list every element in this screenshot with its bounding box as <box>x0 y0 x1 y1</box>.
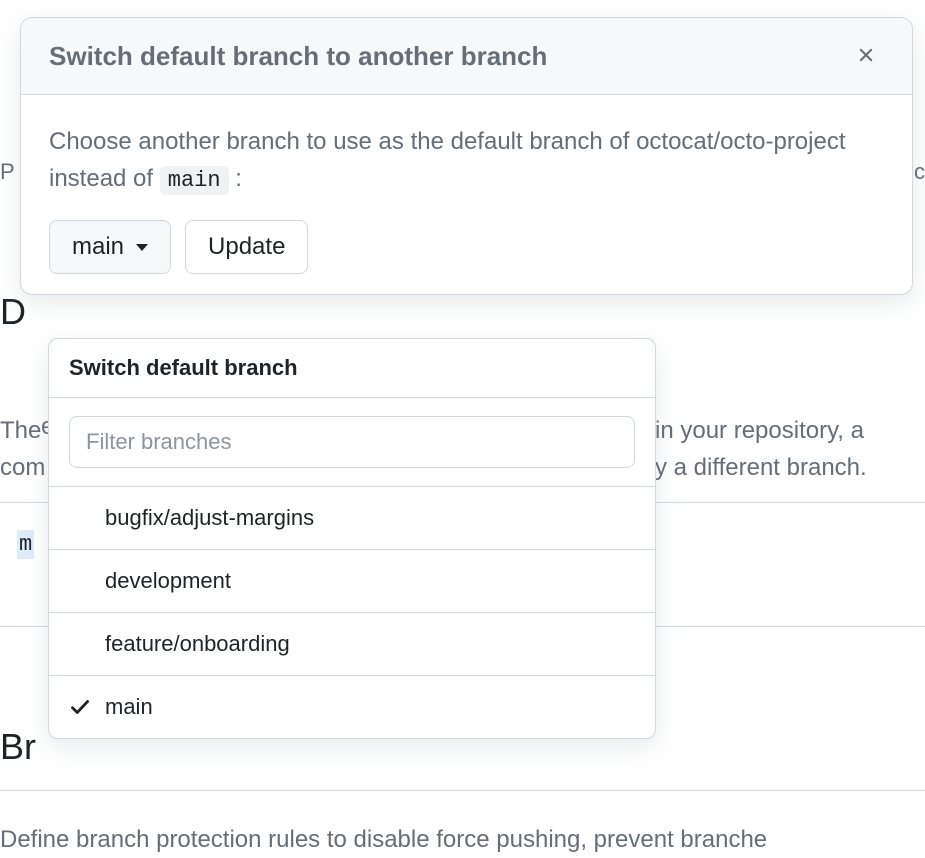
modal-description: Choose another branch to use as the defa… <box>49 123 884 198</box>
close-button[interactable] <box>848 38 884 74</box>
caret-down-icon <box>136 244 148 251</box>
modal-body: Choose another branch to use as the defa… <box>21 95 912 294</box>
bg-text-the: The <box>0 413 41 449</box>
branch-option-label: feature/onboarding <box>105 631 290 657</box>
filter-branches-input[interactable] <box>69 416 635 468</box>
bg-text-right-2: y a different branch. <box>655 450 867 486</box>
bg-text-right-1: in your repository, a <box>655 413 864 449</box>
switch-default-branch-modal: Switch default branch to another branch … <box>20 17 913 295</box>
modal-controls: main Update <box>49 220 884 274</box>
modal-title: Switch default branch to another branch <box>49 41 547 72</box>
branch-option-label: bugfix/adjust-margins <box>105 505 314 531</box>
branch-dropdown: Switch default branch bugfix/adjust-marg… <box>48 338 656 739</box>
bg-text-bottom: Define branch protection rules to disabl… <box>0 822 767 858</box>
bg-code-m: m <box>17 530 34 559</box>
bg-text-com: com <box>0 450 45 486</box>
branch-option-selected[interactable]: main <box>49 676 655 738</box>
bg-char-p: P <box>0 159 15 185</box>
check-icon <box>69 696 105 718</box>
branch-option-label: development <box>105 568 231 594</box>
modal-desc-suffix: : <box>229 165 242 192</box>
branch-option[interactable]: development <box>49 550 655 613</box>
dropdown-filter-wrap <box>49 398 655 487</box>
branch-selector-label: main <box>72 233 124 261</box>
update-button[interactable]: Update <box>185 220 308 274</box>
current-branch-code: main <box>160 166 229 195</box>
branch-list: bugfix/adjust-margins development featur… <box>49 487 655 738</box>
branch-option[interactable]: bugfix/adjust-margins <box>49 487 655 550</box>
bg-char-c: c <box>914 159 925 185</box>
close-icon <box>855 44 877 69</box>
branch-option[interactable]: feature/onboarding <box>49 613 655 676</box>
branch-option-label: main <box>105 694 153 720</box>
modal-header: Switch default branch to another branch <box>21 18 912 95</box>
dropdown-title: Switch default branch <box>49 339 655 398</box>
branch-selector-button[interactable]: main <box>49 220 171 274</box>
bg-heading-br: Br <box>0 720 36 774</box>
update-button-label: Update <box>208 233 285 261</box>
bg-divider-3 <box>0 790 925 791</box>
